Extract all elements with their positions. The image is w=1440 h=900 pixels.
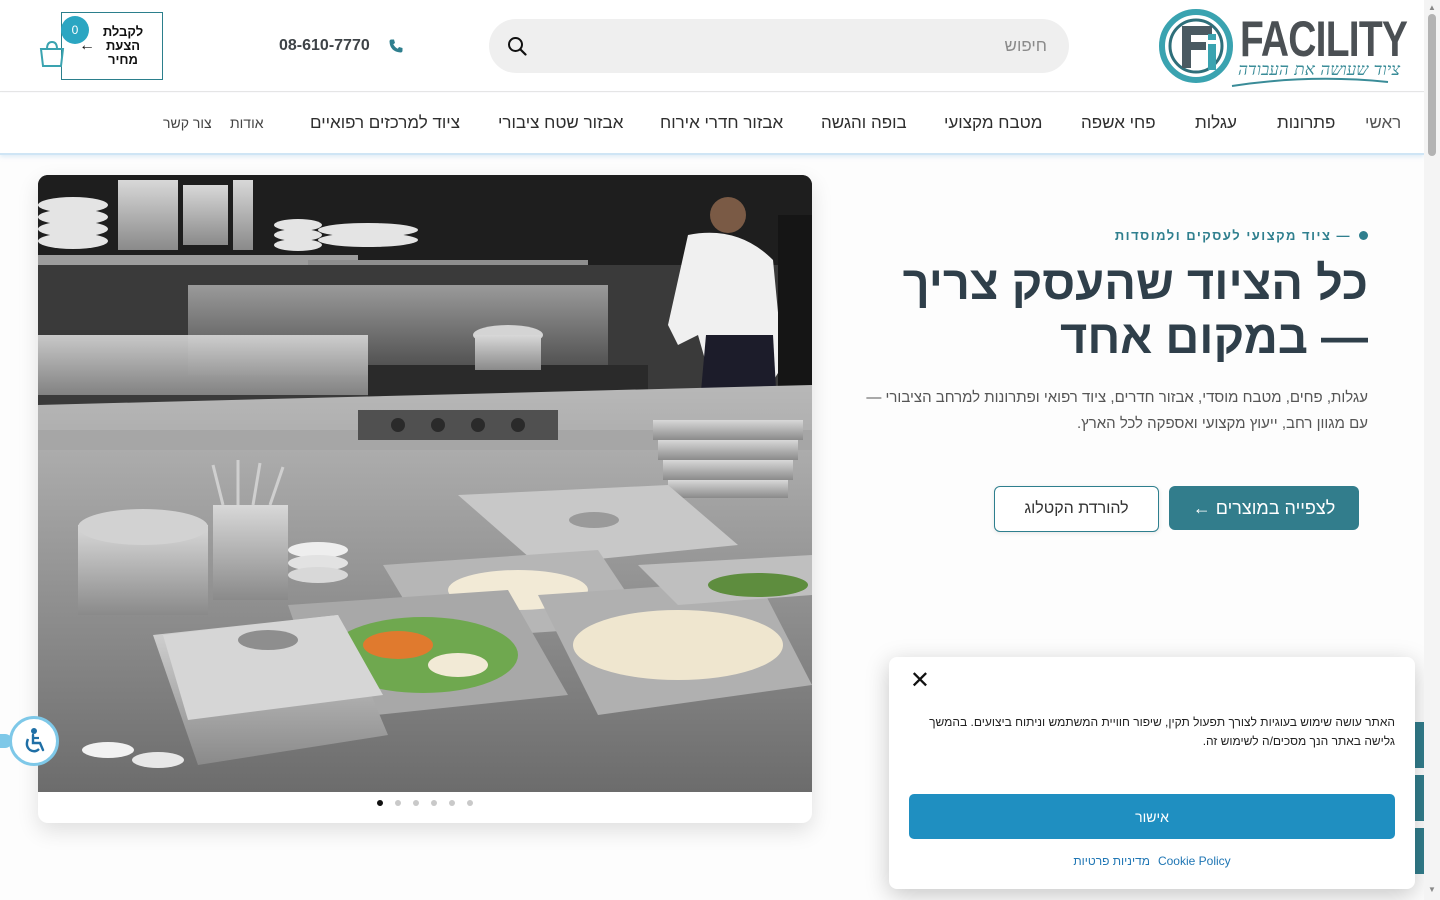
facility-logo-mark-icon [1159, 9, 1233, 83]
wheelchair-icon [25, 728, 45, 753]
nav-item-buffet-serving[interactable]: בופה והגשה [821, 113, 907, 133]
slider-dot[interactable] [413, 800, 419, 806]
nav-item-public-space[interactable]: אבזור שטח ציבורי [498, 113, 623, 133]
slider-dot[interactable] [395, 800, 401, 806]
nav-item-home[interactable]: ראשי [1365, 113, 1401, 133]
cookie-message: האתר עושה שימוש בעוגיות לצורך תפעול תקין… [929, 715, 1395, 748]
search-bar [489, 19, 1069, 73]
scroll-down-icon[interactable]: ▼ [1428, 885, 1436, 894]
slider-dot[interactable] [467, 800, 473, 806]
nav-item-trash-bins[interactable]: פחי אשפה [1081, 113, 1156, 133]
slider-dot[interactable] [449, 800, 455, 806]
kitchen-photo [38, 175, 812, 792]
facility-logo[interactable]: FACILITY ציוד שעושה את העבודה [1158, 6, 1408, 88]
cookie-links: מדיניות פרטיות Cookie Policy [889, 854, 1415, 868]
phone-number[interactable]: 08-610-7770 [279, 37, 370, 55]
cookie-policy-link[interactable]: Cookie Policy [1158, 854, 1231, 868]
nav-item-guest-rooms[interactable]: אבזור חדרי אירוח [660, 113, 783, 133]
logo-swoosh-icon [1231, 77, 1389, 87]
hero-subtitle: עגלות, פחים, מטבח מוסדי, אבזור חדרים, צי… [866, 389, 1368, 432]
hero-title: כל הציוד שהעסק צריך — במקום אחד [902, 256, 1368, 363]
main-navigation: ראשי פתרונות עגלות פחי אשפה מטבח מקצועי … [0, 93, 1424, 155]
scroll-up-icon[interactable]: ▲ [1428, 3, 1436, 12]
cookie-accept-button[interactable]: אישור [909, 794, 1395, 839]
search-input[interactable] [559, 19, 1047, 73]
slider-pagination [38, 800, 812, 810]
page-scrollbar[interactable]: ▲ ▼ [1424, 0, 1440, 900]
nav-item-solutions[interactable]: פתרונות [1277, 113, 1335, 133]
close-icon[interactable]: ✕ [910, 669, 930, 693]
nav-item-contact[interactable]: צור קשר [163, 115, 212, 131]
cart-count-badge: 0 [61, 16, 89, 44]
hero-image-slider[interactable] [38, 175, 812, 823]
cookie-consent-banner: ✕ האתר עושה שימוש בעוגיות לצורך תפעול תק… [889, 657, 1415, 889]
nav-item-carts[interactable]: עגלות [1195, 113, 1237, 133]
phone-icon [389, 39, 403, 53]
site-header: FACILITY ציוד שעושה את העבודה 08-610-777… [0, 0, 1424, 92]
privacy-policy-link[interactable]: מדיניות פרטיות [1073, 854, 1150, 868]
slider-dot[interactable] [431, 800, 437, 806]
get-quote-label: לקבלת הצעת מחיר [102, 24, 144, 67]
hero-eyebrow-text: — ציוד מקצועי לעסקים ולמוסדות [1114, 228, 1351, 243]
nav-item-about[interactable]: אודות [230, 115, 264, 131]
download-catalog-button[interactable]: להורדת הקטלוג [994, 486, 1159, 532]
nav-item-professional-kitchen[interactable]: מטבח מקצועי [944, 113, 1042, 133]
phone-contact[interactable]: 08-610-7770 [279, 34, 404, 58]
hero-eyebrow: — ציוד מקצועי לעסקים ולמוסדות [1115, 228, 1368, 243]
nav-item-medical-centers[interactable]: ציוד למרכזים רפואיים [310, 113, 460, 133]
scrollbar-thumb[interactable] [1428, 14, 1436, 156]
search-icon[interactable] [507, 36, 527, 56]
shopping-bag-icon[interactable] [38, 40, 66, 68]
eyebrow-dot-icon [1359, 231, 1368, 240]
slider-dot[interactable] [377, 800, 383, 806]
accessibility-button[interactable] [9, 716, 59, 766]
view-products-button[interactable]: לצפייה במוצרים ← [1169, 486, 1359, 530]
